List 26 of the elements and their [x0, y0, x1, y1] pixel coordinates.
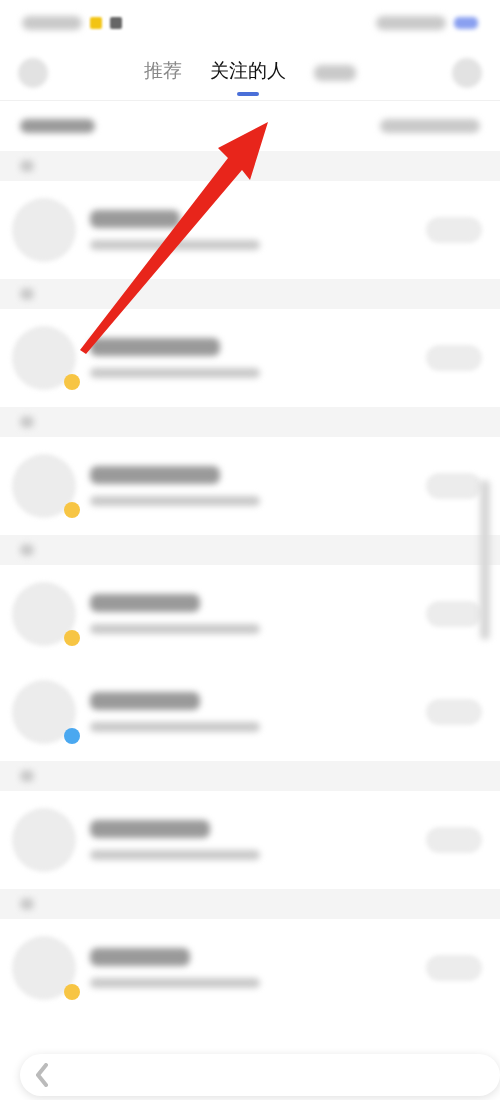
blurred-letter: [20, 416, 34, 428]
blurred-letter: [20, 770, 34, 782]
blurred-icon[interactable]: [18, 57, 48, 88]
notification-icon: [110, 16, 122, 29]
avatar[interactable]: [12, 936, 76, 1000]
tab[interactable]: 关注的人: [210, 51, 286, 94]
avatar[interactable]: [12, 582, 76, 646]
blurred-letter: [20, 544, 34, 556]
blurred-sort-control[interactable]: [380, 119, 480, 133]
blurred-tab[interactable]: [314, 64, 356, 81]
blurred-icon[interactable]: [452, 57, 482, 88]
avatar[interactable]: [12, 680, 76, 744]
avatar[interactable]: [12, 454, 76, 518]
blurred-button[interactable]: [426, 601, 482, 627]
blurred-status-info: [22, 15, 82, 30]
battery-icon: [454, 16, 478, 29]
blurred-letter-index[interactable]: [480, 480, 490, 640]
tab[interactable]: 推荐: [144, 51, 182, 94]
blurred-status-info: [376, 15, 446, 30]
blurred-button[interactable]: [426, 473, 482, 499]
blurred-letter: [20, 898, 34, 910]
blurred-letter: [20, 160, 34, 172]
avatar[interactable]: [12, 326, 76, 390]
notification-icon: [90, 16, 102, 29]
back-icon[interactable]: [36, 1063, 48, 1087]
blurred-letter: [20, 288, 34, 300]
